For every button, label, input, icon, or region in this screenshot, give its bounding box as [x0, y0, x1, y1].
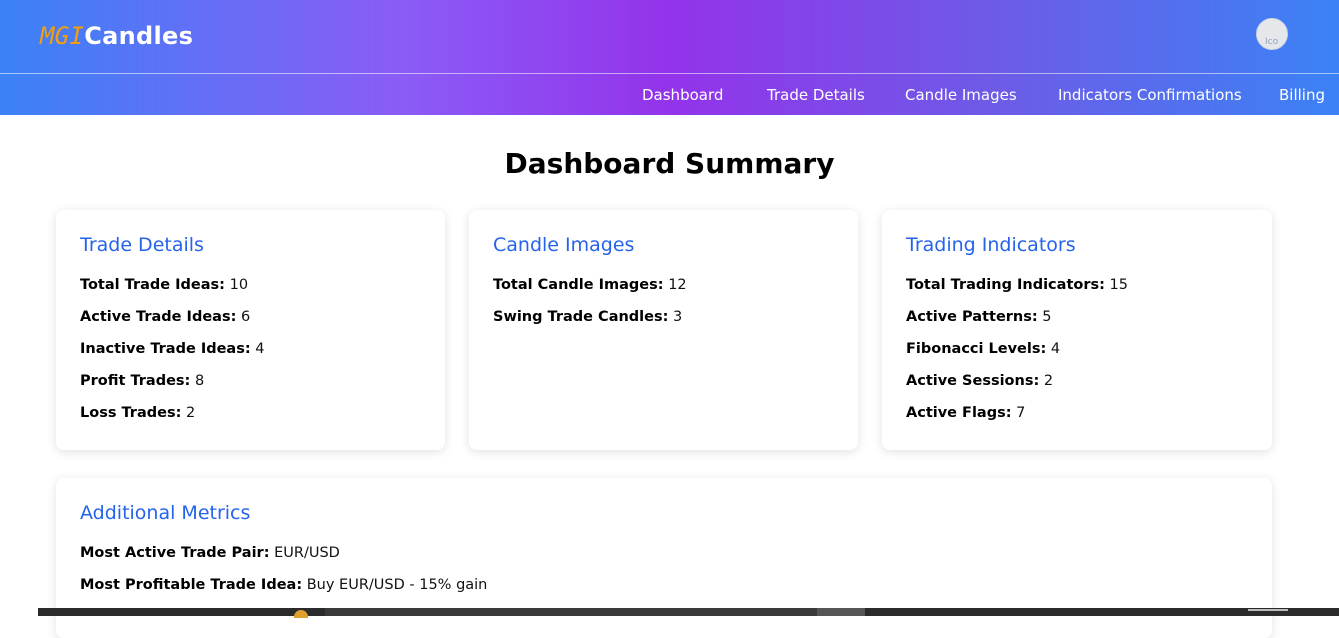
- stat-value: 8: [194, 373, 205, 389]
- avatar[interactable]: Ico: [1256, 18, 1288, 50]
- stat-label: Total Trading Indicators:: [906, 277, 1105, 293]
- stat-row: Total Trade Ideas: 10: [80, 277, 248, 293]
- page-title: Dashboard Summary: [504, 147, 835, 180]
- nav-indicators-confirmations[interactable]: Indicators Confirmations: [1058, 86, 1242, 104]
- stat-row: Total Candle Images: 12: [493, 277, 687, 293]
- stat-value: 10: [229, 277, 249, 293]
- nav-trade-details[interactable]: Trade Details: [767, 86, 865, 104]
- stat-row: Active Sessions: 2: [906, 373, 1053, 389]
- stat-label: Active Patterns:: [906, 309, 1038, 325]
- stat-value: 3: [673, 309, 683, 325]
- stat-label: Fibonacci Levels:: [906, 341, 1047, 357]
- top-bar: MGICandles Ico: [0, 0, 1339, 74]
- card-title: Trading Indicators: [906, 234, 1076, 256]
- stat-row: Active Flags: 7: [906, 405, 1025, 421]
- stat-label: Most Active Trade Pair:: [80, 545, 270, 561]
- main-nav: Dashboard Trade Details Candle Images In…: [0, 75, 1339, 115]
- stat-value: Buy EUR/USD - 15% gain: [306, 577, 488, 593]
- stat-label: Active Sessions:: [906, 373, 1040, 389]
- avatar-alt-text: Ico: [1265, 37, 1279, 47]
- stat-label: Active Flags:: [906, 405, 1012, 421]
- brand-mgi: MGI: [40, 22, 85, 50]
- brand-name: Candles: [84, 22, 194, 50]
- card-title: Trade Details: [80, 234, 204, 256]
- stat-label: Most Profitable Trade Idea:: [80, 577, 303, 593]
- nav-billing[interactable]: Billing: [1279, 86, 1325, 104]
- stat-row: Swing Trade Candles: 3: [493, 309, 682, 325]
- candle-images-card: Candle Images Total Candle Images: 12 Sw…: [469, 210, 858, 450]
- stat-row: Fibonacci Levels: 4: [906, 341, 1060, 357]
- taskbar-window[interactable]: [817, 608, 865, 616]
- stat-row: Active Patterns: 5: [906, 309, 1052, 325]
- taskbar-app-icon[interactable]: [294, 610, 308, 618]
- taskbar-clock: [1248, 609, 1288, 611]
- app-header: MGICandles Ico Dashboard Trade Details C…: [0, 0, 1339, 115]
- stat-label: Active Trade Ideas:: [80, 309, 237, 325]
- stat-row: Profit Trades: 8: [80, 373, 204, 389]
- card-title: Candle Images: [493, 234, 635, 256]
- trading-indicators-card: Trading Indicators Total Trading Indicat…: [882, 210, 1272, 450]
- stat-value: 15: [1109, 277, 1128, 293]
- stat-value: 7: [1016, 405, 1026, 421]
- stat-value: 4: [255, 341, 265, 357]
- stat-value: 6: [240, 309, 251, 325]
- stat-label: Loss Trades:: [80, 405, 182, 421]
- stat-value: 5: [1042, 309, 1052, 325]
- stat-row: Active Trade Ideas: 6: [80, 309, 250, 325]
- stat-row: Most Profitable Trade Idea: Buy EUR/USD …: [80, 577, 487, 593]
- stat-value: 4: [1050, 341, 1061, 357]
- nav-candle-images[interactable]: Candle Images: [905, 86, 1017, 104]
- card-title: Additional Metrics: [80, 502, 251, 524]
- stat-label: Total Candle Images:: [493, 277, 664, 293]
- stat-row: Inactive Trade Ideas: 4: [80, 341, 265, 357]
- nav-dashboard[interactable]: Dashboard: [642, 86, 723, 104]
- stat-row: Loss Trades: 2: [80, 405, 195, 421]
- stat-label: Profit Trades:: [80, 373, 191, 389]
- trade-details-card: Trade Details Total Trade Ideas: 10 Acti…: [56, 210, 445, 450]
- stat-row: Total Trading Indicators: 15: [906, 277, 1128, 293]
- stat-label: Inactive Trade Ideas:: [80, 341, 251, 357]
- brand-logo[interactable]: MGICandles: [40, 22, 193, 50]
- taskbar-window[interactable]: [325, 608, 855, 616]
- stat-value: EUR/USD: [274, 545, 340, 561]
- os-taskbar: [38, 608, 1339, 618]
- stat-label: Swing Trade Candles:: [493, 309, 669, 325]
- stat-value: 2: [1043, 373, 1054, 389]
- stat-value: 12: [668, 277, 687, 293]
- stat-label: Total Trade Ideas:: [80, 277, 225, 293]
- stat-row: Most Active Trade Pair: EUR/USD: [80, 545, 340, 561]
- stat-value: 2: [186, 405, 196, 421]
